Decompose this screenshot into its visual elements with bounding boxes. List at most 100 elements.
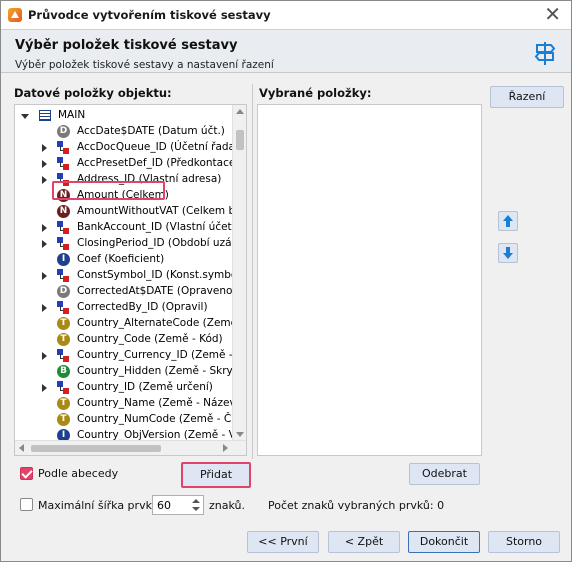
tree-item[interactable]: ConstSymbol_ID (Konst.symbol) [15,268,244,284]
numeric-type-icon: N [57,205,70,218]
tree-item[interactable]: T Country_NumCode (Země - Číse [15,412,246,428]
chars-label: znaků. [209,499,245,512]
tree-item-label: Country_ID (Země určení) [77,381,213,393]
tree-item-label: Country_NumCode (Země - Číse [77,413,246,425]
first-button[interactable]: << První [247,531,319,553]
date-type-icon: D [57,125,70,138]
data-items-tree[interactable]: MAIN D AccDate$DATE (Datum účt.) AccDocQueu… [14,104,247,456]
scroll-right-icon[interactable] [223,444,228,452]
tree-item-label: Country_Code (Země - Kód) [77,333,223,345]
finish-button[interactable]: Dokončit [408,531,480,553]
wizard-window: Průvodce vytvořením tiskové sestavy ✕ Vý… [0,0,572,562]
app-logo-icon [8,8,22,22]
arrow-down-icon [503,253,513,259]
back-button[interactable]: < Zpět [328,531,400,553]
tree-root-main[interactable]: MAIN [15,108,235,124]
relation-icon [57,157,70,170]
tree-horizontal-scrollbar[interactable] [15,440,246,455]
tree-item-label: AccDate$DATE (Datum účt.) [77,125,225,137]
page-subtitle: Výběr položek tiskové sestavy a nastaven… [15,59,274,71]
alphabetical-label: Podle abecedy [38,467,119,480]
amount-highlight-frame [52,181,165,200]
relation-icon [57,269,70,282]
tree-item[interactable]: CorrectedBy_ID (Opravil) [15,300,235,316]
window-title: Průvodce vytvořením tiskové sestavy [28,8,271,22]
char-count-status: Počet znaků vybraných prvků: 0 [268,499,445,512]
page-title: Výběr položek tiskové sestavy [15,38,238,53]
finish-button-label: Dokončit [419,535,469,548]
move-up-button[interactable] [498,211,518,231]
stepper-up-icon[interactable] [192,499,200,503]
tree-root-label: MAIN [58,109,86,121]
tree-item[interactable]: Country_Currency_ID (Země - M [15,348,245,364]
sort-button[interactable]: Řazení [490,86,564,108]
tree-item[interactable]: BankAccount_ID (Vlastní účet) [15,220,236,236]
first-button-label: << První [258,535,308,548]
tree-item-label: AccDocQueue_ID (Účetní řada) [77,141,240,153]
scroll-thumb[interactable] [236,130,244,150]
remove-button-label: Odebrat [422,467,467,480]
selected-items-label: Vybrané položky: [259,86,372,100]
text-type-icon: T [57,317,70,330]
expand-arrow-icon[interactable] [42,304,47,312]
tree-item[interactable]: D AccDate$DATE (Datum účt.) [15,124,235,140]
collapse-arrow-icon[interactable] [21,114,29,119]
tree-item[interactable]: I Coef (Koeficient) [15,252,235,268]
expand-arrow-icon[interactable] [42,384,47,392]
text-type-icon: T [57,397,70,410]
tree-item[interactable]: B Country_Hidden (Země - Skrytý [15,364,243,380]
tree-item-label: AmountWithoutVAT (Celkem bez [77,205,247,217]
boolean-type-icon: B [57,365,70,378]
add-button[interactable]: Přidat [181,462,251,488]
scroll-left-icon[interactable] [19,444,24,452]
tree-item[interactable]: D CorrectedAt$DATE (Opraveno) [15,284,237,300]
relation-icon [57,301,70,314]
signpost-icon [534,42,556,65]
expand-arrow-icon[interactable] [42,224,47,232]
tree-vertical-scrollbar[interactable] [232,105,246,441]
move-down-button[interactable] [498,243,518,263]
tree-item[interactable]: AccPresetDef_ID (Předkontace) [15,156,239,172]
tree-item-label: Country_Currency_ID (Země - M [77,349,245,361]
tree-item-label: Coef (Koeficient) [77,253,165,265]
max-width-label: Maximální šířka prvků: [38,499,163,512]
expand-arrow-icon[interactable] [42,272,47,280]
max-width-checkbox[interactable] [20,498,33,511]
tree-item[interactable]: T Country_Code (Země - Kód) [15,332,235,348]
scroll-up-icon[interactable] [236,109,244,114]
hscroll-thumb[interactable] [31,445,161,452]
expand-arrow-icon[interactable] [42,160,47,168]
max-width-value: 60 [157,499,171,512]
relation-icon [57,349,70,362]
tree-item[interactable]: T Country_AlternateCode (Země - [15,316,244,332]
tree-item-label: Country_Name (Země - Název) [77,397,240,409]
date-type-icon: D [57,285,70,298]
tree-item[interactable]: T Country_Name (Země - Název) [15,396,240,412]
expand-arrow-icon[interactable] [42,352,47,360]
stepper-down-icon[interactable] [192,507,200,511]
tree-item[interactable]: AccDocQueue_ID (Účetní řada) [15,140,239,156]
expand-arrow-icon[interactable] [42,240,47,248]
tree-item[interactable]: ClosingPeriod_ID (Období uzávě [15,236,244,252]
selected-items-list[interactable] [257,104,482,456]
tree-item-label: CorrectedAt$DATE (Opraveno) [77,285,237,297]
tree-item-label: ClosingPeriod_ID (Období uzávě [77,237,245,249]
expand-arrow-icon[interactable] [42,176,47,184]
tree-item[interactable]: N AmountWithoutVAT (Celkem bez [15,204,246,220]
tree-item[interactable]: Country_ID (Země určení) [15,380,235,396]
expand-arrow-icon[interactable] [42,144,47,152]
max-width-stepper[interactable]: 60 [152,495,204,515]
tree-item-label: CorrectedBy_ID (Opravil) [77,301,208,313]
alphabetical-checkbox[interactable] [20,467,33,480]
tree-item-label: BankAccount_ID (Vlastní účet) [77,221,236,233]
scroll-down-icon[interactable] [236,432,244,437]
cancel-button[interactable]: Storno [488,531,560,553]
remove-button[interactable]: Odebrat [409,463,480,485]
data-items-label: Datové položky objektu: [14,86,172,100]
close-icon[interactable]: ✕ [544,4,561,24]
relation-icon [57,381,70,394]
text-type-icon: T [57,333,70,346]
tree-item-label: Country_Hidden (Země - Skrytý [77,365,244,377]
relation-icon [57,237,70,250]
sort-button-label: Řazení [508,90,546,103]
